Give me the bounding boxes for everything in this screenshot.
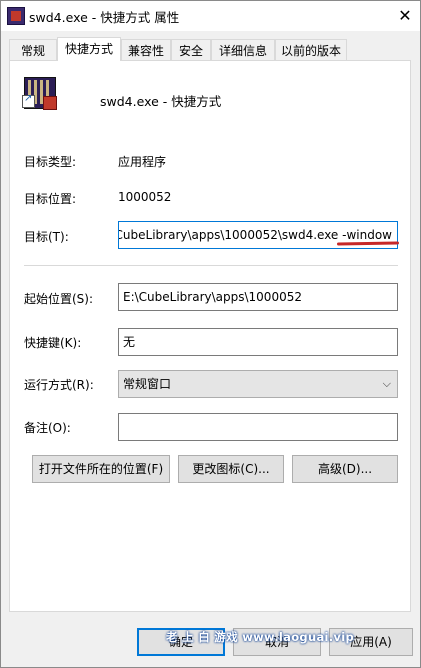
tab-strip: 常规 快捷方式 兼容性 安全 详细信息 以前的版本	[1, 37, 420, 61]
app-badge	[43, 96, 57, 110]
change-icon-button[interactable]: 更改图标(C)...	[178, 455, 284, 483]
title-bar: swd4.exe - 快捷方式 属性 ✕	[1, 1, 420, 31]
run-select[interactable]: 常规窗口 ⌵	[118, 370, 398, 398]
tab-shortcut[interactable]: 快捷方式	[57, 37, 121, 61]
target-location-label: 目标位置:	[24, 192, 77, 206]
start-in-input[interactable]: E:\CubeLibrary\apps\1000052	[118, 283, 398, 311]
properties-window: swd4.exe - 快捷方式 属性 ✕ 常规 快捷方式 兼容性 安全 详细信息…	[0, 0, 421, 668]
tab-details[interactable]: 详细信息	[211, 39, 275, 61]
shortcut-arrow-icon	[22, 93, 35, 108]
watermark: 老 上 白 游戏 www.laoguai.vip	[166, 630, 354, 644]
target-input-value: :\CubeLibrary\apps\1000052\swd4.exe -win…	[118, 228, 392, 242]
app-icon	[7, 7, 25, 25]
target-type-label: 目标类型:	[24, 155, 77, 169]
comment-input[interactable]	[118, 413, 398, 441]
target-location-value: 1000052	[118, 190, 172, 204]
advanced-button[interactable]: 高级(D)...	[292, 455, 398, 483]
tab-security[interactable]: 安全	[171, 39, 211, 61]
open-file-location-button[interactable]: 打开文件所在的位置(F)	[32, 455, 170, 483]
chevron-down-icon: ⌵	[382, 377, 391, 390]
comment-label: 备注(O):	[24, 421, 71, 435]
shortcut-panel: swd4.exe - 快捷方式 目标类型: 应用程序 目标位置: 1000052…	[9, 60, 411, 612]
run-select-value: 常规窗口	[123, 377, 172, 391]
hotkey-label: 快捷键(K):	[24, 336, 82, 350]
window-title: swd4.exe - 快捷方式 属性	[29, 10, 180, 25]
hotkey-input[interactable]: 无	[118, 328, 398, 356]
shortcut-name: swd4.exe - 快捷方式	[100, 94, 222, 109]
tab-general[interactable]: 常规	[9, 39, 57, 61]
close-button[interactable]: ✕	[390, 1, 420, 31]
tab-compatibility[interactable]: 兼容性	[121, 39, 171, 61]
run-label: 运行方式(R):	[24, 378, 94, 392]
separator	[24, 265, 398, 266]
target-type-value: 应用程序	[118, 155, 167, 169]
target-label: 目标(T):	[24, 230, 69, 244]
tab-previous-versions[interactable]: 以前的版本	[275, 39, 347, 61]
start-in-label: 起始位置(S):	[24, 292, 94, 306]
